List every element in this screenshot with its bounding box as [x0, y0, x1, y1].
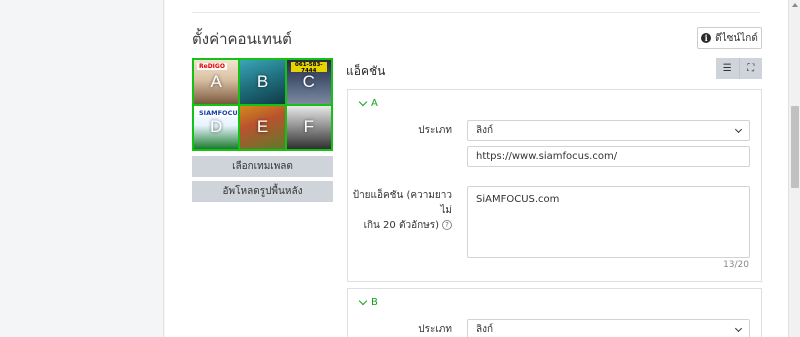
area-letter: C: [302, 71, 315, 91]
divider: [192, 12, 760, 13]
main-panel: ตั้งค่าคอนเทนต์ i ดีไซน์ไกด์ ReDIGO A B …: [165, 0, 788, 337]
area-a-thumbnail[interactable]: ReDIGO A: [194, 60, 239, 104]
action-letter: B: [371, 297, 378, 308]
caption-textarea[interactable]: SiAMFOCUS.com: [467, 186, 750, 258]
left-gutter: [0, 0, 164, 337]
area-letter: D: [210, 117, 223, 137]
scrollbar-thumb[interactable]: [791, 106, 799, 188]
type-label: ประเภท: [418, 125, 452, 136]
area-b-thumbnail[interactable]: B: [240, 60, 285, 104]
action-letter: A: [371, 98, 378, 109]
phone-tag: 061-583-7444: [290, 62, 327, 74]
chevron-down-icon: [358, 296, 368, 306]
caption-label-line2-wrap: เกิน 20 ตัวอักษร)?: [348, 218, 452, 233]
view-toggle: ☰ ⛶: [716, 58, 762, 79]
content-settings-title: ตั้งค่าคอนเทนต์: [192, 30, 292, 48]
area-letter: B: [256, 71, 269, 91]
expand-view-icon[interactable]: ⛶: [738, 58, 762, 79]
brand-strip: SIAMFOCUS: [197, 108, 239, 117]
type-select[interactable]: ลิงก์: [467, 319, 750, 337]
rich-menu-preview[interactable]: ReDIGO A B 061-583-7444 C SIAMFOCUS D E …: [192, 58, 333, 151]
design-guide-label: ดีไซน์ไกด์: [715, 32, 758, 44]
action-a-header[interactable]: A: [358, 97, 378, 109]
caption-label: ป้ายแอ็คชัน (ความยาวไม่ เกิน 20 ตัวอักษร…: [348, 188, 452, 233]
area-letter: A: [210, 71, 222, 91]
type-label: ประเภท: [418, 324, 452, 335]
action-b-header[interactable]: B: [358, 296, 378, 308]
type-select-value: ลิงก์: [476, 324, 494, 335]
vertical-scrollbar[interactable]: [788, 0, 800, 337]
area-letter: E: [256, 117, 269, 137]
chevron-down-icon: [358, 97, 368, 107]
chevron-down-icon: [734, 324, 743, 333]
area-c-thumbnail[interactable]: 061-583-7444 C: [286, 60, 331, 104]
url-input[interactable]: https://www.siamfocus.com/: [467, 146, 750, 167]
info-icon: i: [701, 33, 712, 43]
select-template-button[interactable]: เลือกเทมเพลต: [192, 156, 333, 177]
area-e-thumbnail[interactable]: E: [240, 105, 285, 149]
design-guide-button[interactable]: i ดีไซน์ไกด์: [697, 27, 762, 49]
action-card-b: B ประเภท ลิงก์: [347, 288, 762, 337]
area-letter: F: [303, 117, 315, 137]
chevron-down-icon: [734, 125, 743, 134]
brand-strip: ReDIGO: [197, 63, 227, 70]
char-count: 13/20: [723, 260, 749, 270]
type-select-value: ลิงก์: [476, 125, 494, 136]
list-view-icon[interactable]: ☰: [716, 58, 739, 79]
area-f-thumbnail[interactable]: F: [286, 105, 331, 149]
upload-background-button[interactable]: อัพโหลดรูปพื้นหลัง: [192, 181, 333, 202]
caption-label-line2: เกิน 20 ตัวอักษร): [363, 220, 439, 231]
action-card-a: A ประเภท ลิงก์ https://www.siamfocus.com…: [347, 89, 762, 282]
actions-title: แอ็คชัน: [346, 64, 386, 78]
type-select[interactable]: ลิงก์: [467, 120, 750, 141]
scroll-up-icon[interactable]: [792, 3, 798, 7]
help-icon[interactable]: ?: [442, 220, 452, 230]
area-d-thumbnail[interactable]: SIAMFOCUS D: [194, 105, 239, 149]
caption-label-line1: ป้ายแอ็คชัน (ความยาวไม่: [352, 190, 452, 216]
